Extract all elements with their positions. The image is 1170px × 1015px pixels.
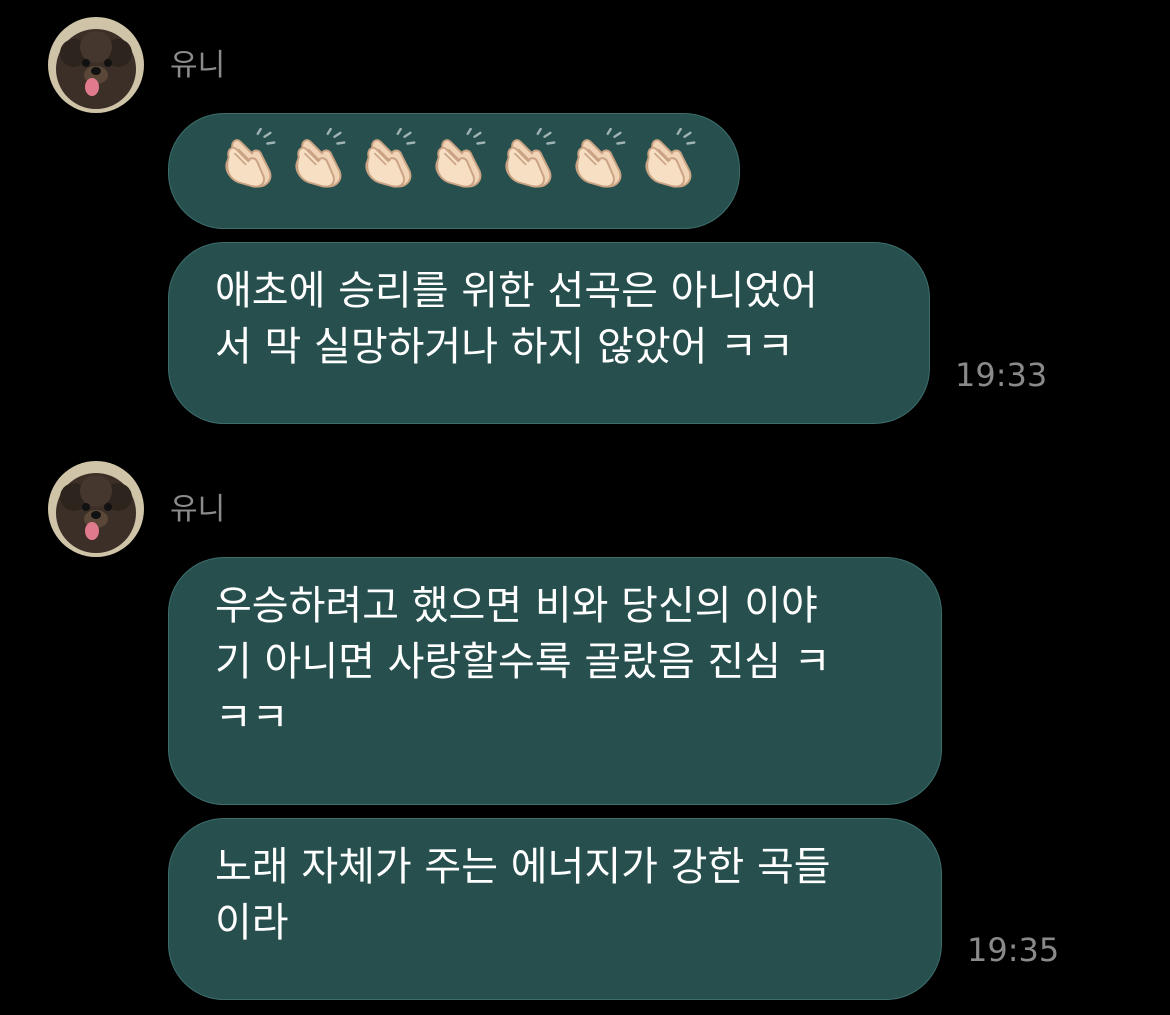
- dog-avatar-icon: [48, 461, 144, 557]
- message-bubble[interactable]: 애초에 승리를 위한 선곡은 아니었어 서 막 실망하거나 하지 않았어 ㅋㅋ: [168, 242, 930, 424]
- message-bubble-emoji[interactable]: [168, 113, 740, 229]
- sender-avatar[interactable]: [48, 17, 144, 113]
- clapping-hands-icon: [295, 128, 346, 188]
- sender-name: 유니: [170, 48, 226, 83]
- emoji-row: [219, 114, 739, 190]
- message-timestamp: 19:33: [955, 356, 1048, 394]
- sender-name: 유니: [170, 492, 226, 527]
- clapping-hands-icon: [575, 128, 626, 188]
- dog-avatar-icon: [48, 17, 144, 113]
- message-bubble[interactable]: 노래 자체가 주는 에너지가 강한 곡들 이라: [168, 818, 942, 1000]
- clapping-hands-icon: [365, 128, 416, 188]
- clapping-hands-icon: [435, 128, 486, 188]
- clapping-hands-icon: [645, 128, 696, 188]
- message-bubble[interactable]: 우승하려고 했으면 비와 당신의 이야 기 아니면 사랑할수록 골랐음 진심 ㅋ…: [168, 557, 942, 805]
- message-text: 우승하려고 했으면 비와 당신의 이야 기 아니면 사랑할수록 골랐음 진심 ㅋ…: [215, 583, 831, 741]
- message-timestamp: 19:35: [967, 931, 1060, 969]
- message-text: 노래 자체가 주는 에너지가 강한 곡들 이라: [215, 844, 831, 946]
- clapping-hands-icon: [225, 128, 276, 188]
- clapping-hands-icon: [505, 128, 556, 188]
- message-text: 애초에 승리를 위한 선곡은 아니었어 서 막 실망하거나 하지 않았어 ㅋㅋ: [215, 268, 818, 370]
- sender-avatar[interactable]: [48, 461, 144, 557]
